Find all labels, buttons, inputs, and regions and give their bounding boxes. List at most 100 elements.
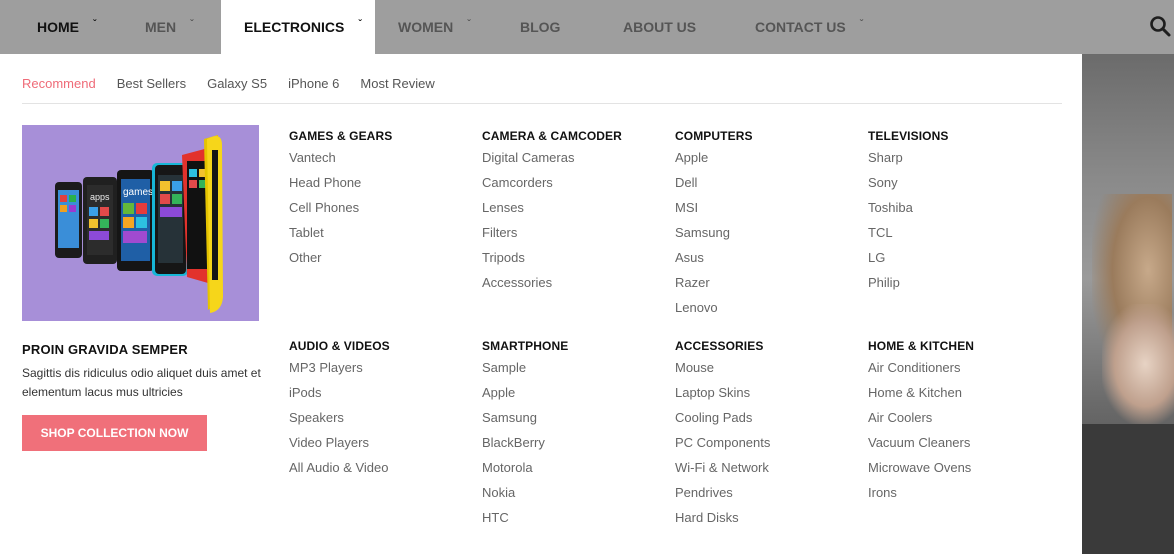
menu-link[interactable]: Pendrives — [675, 484, 855, 509]
nav-item-label: ABOUT US — [623, 19, 697, 35]
nav-item-women[interactable]: WOMEN ˇ — [398, 0, 471, 54]
promo-phones-image[interactable]: apps games — [22, 125, 259, 321]
tab-iphone-6[interactable]: iPhone 6 — [288, 76, 339, 91]
menu-link[interactable]: Apple — [482, 384, 662, 409]
nav-item-label: BLOG — [520, 19, 561, 35]
nav-item-label: WOMEN — [398, 19, 454, 35]
menu-link[interactable]: Air Coolers — [868, 409, 1048, 434]
hero-shoulder-shape — [1102, 304, 1174, 424]
menu-column-accessories: ACCESSORIES Mouse Laptop Skins Cooling P… — [675, 337, 855, 534]
shop-collection-button[interactable]: SHOP COLLECTION NOW — [22, 415, 207, 451]
menu-link[interactable]: Mouse — [675, 359, 855, 384]
menu-column-televisions: TELEVISIONS Sharp Sony Toshiba TCL LG Ph… — [868, 127, 1048, 299]
menu-link[interactable]: Cell Phones — [289, 199, 469, 224]
menu-link[interactable]: iPods — [289, 384, 469, 409]
menu-link[interactable]: Laptop Skins — [675, 384, 855, 409]
nav-item-about-us[interactable]: ABOUT US — [623, 0, 696, 54]
menu-link[interactable]: Accessories — [482, 274, 662, 299]
menu-link[interactable]: Samsung — [482, 409, 662, 434]
nav-item-label: CONTACT US — [755, 19, 846, 35]
menu-link[interactable]: Toshiba — [868, 199, 1048, 224]
tab-recommend[interactable]: Recommend — [22, 76, 96, 91]
nav-item-label: MEN — [145, 19, 177, 35]
svg-text:games: games — [123, 187, 153, 198]
column-title[interactable]: TELEVISIONS — [868, 127, 1048, 149]
menu-link[interactable]: Apple — [675, 149, 855, 174]
menu-column-audio-videos: AUDIO & VIDEOS MP3 Players iPods Speaker… — [289, 337, 469, 484]
nav-item-electronics[interactable]: ELECTRONICS ˇ — [221, 0, 375, 54]
mega-menu: Recommend Best Sellers Galaxy S5 iPhone … — [0, 54, 1082, 554]
menu-link[interactable]: Home & Kitchen — [868, 384, 1048, 409]
tab-galaxy-s5[interactable]: Galaxy S5 — [207, 76, 267, 91]
menu-link[interactable]: Samsung — [675, 224, 855, 249]
tabs-divider — [22, 103, 1062, 104]
menu-link[interactable]: Sample — [482, 359, 662, 384]
menu-link[interactable]: TCL — [868, 224, 1048, 249]
menu-link[interactable]: Vacuum Cleaners — [868, 434, 1048, 459]
menu-link[interactable]: Lenovo — [675, 299, 855, 324]
nav-item-blog[interactable]: BLOG — [520, 0, 560, 54]
menu-link[interactable]: Vantech — [289, 149, 469, 174]
menu-link[interactable]: Sony — [868, 174, 1048, 199]
menu-link[interactable]: Digital Cameras — [482, 149, 662, 174]
menu-link[interactable]: MP3 Players — [289, 359, 469, 384]
chevron-down-icon: ˇ — [358, 18, 362, 30]
menu-link[interactable]: MSI — [675, 199, 855, 224]
menu-link[interactable]: Wi-Fi & Network — [675, 459, 855, 484]
menu-link[interactable]: Nokia — [482, 484, 662, 509]
menu-link[interactable]: LG — [868, 249, 1048, 274]
menu-link[interactable]: Video Players — [289, 434, 469, 459]
hero-background-image — [1082, 54, 1174, 554]
hero-sofa-shape — [1082, 424, 1174, 554]
menu-link[interactable]: Motorola — [482, 459, 662, 484]
column-title[interactable]: ACCESSORIES — [675, 337, 855, 359]
column-title[interactable]: SMARTPHONE — [482, 337, 662, 359]
menu-link[interactable]: All Audio & Video — [289, 459, 469, 484]
phones-illustration: apps games — [55, 135, 223, 313]
menu-column-smartphone: SMARTPHONE Sample Apple Samsung BlackBer… — [482, 337, 662, 534]
menu-link[interactable]: Microwave Ovens — [868, 459, 1048, 484]
nav-item-home[interactable]: HOME ˇ — [37, 0, 96, 54]
menu-link[interactable]: Head Phone — [289, 174, 469, 199]
menu-link[interactable]: Tripods — [482, 249, 662, 274]
menu-link[interactable]: Air Conditioners — [868, 359, 1048, 384]
menu-link[interactable]: Irons — [868, 484, 1048, 509]
chevron-down-icon: ˇ — [93, 18, 97, 30]
menu-column-home-kitchen: HOME & KITCHEN Air Conditioners Home & K… — [868, 337, 1048, 509]
menu-link[interactable]: PC Components — [675, 434, 855, 459]
menu-link[interactable]: Lenses — [482, 199, 662, 224]
menu-link[interactable]: Speakers — [289, 409, 469, 434]
column-title[interactable]: AUDIO & VIDEOS — [289, 337, 469, 359]
menu-link[interactable]: Dell — [675, 174, 855, 199]
nav-item-men[interactable]: MEN ˇ — [145, 0, 193, 54]
column-title[interactable]: GAMES & GEARS — [289, 127, 469, 149]
svg-text:apps: apps — [90, 192, 110, 202]
menu-link[interactable]: Philip — [868, 274, 1048, 299]
promo-description: Sagittis dis ridiculus odio aliquet duis… — [22, 366, 261, 399]
column-title[interactable]: HOME & KITCHEN — [868, 337, 1048, 359]
menu-link[interactable]: HTC — [482, 509, 662, 534]
menu-link[interactable]: Hard Disks — [675, 509, 855, 534]
menu-link[interactable]: Other — [289, 249, 469, 274]
menu-link[interactable]: Sharp — [868, 149, 1048, 174]
menu-link[interactable]: Camcorders — [482, 174, 662, 199]
chevron-down-icon: ˇ — [859, 18, 864, 30]
top-navigation: HOME ˇ MEN ˇ ELECTRONICS ˇ WOMEN ˇ BLOG … — [0, 0, 1174, 54]
nav-item-label: ELECTRONICS — [244, 19, 345, 35]
nav-item-label: HOME — [37, 19, 79, 35]
menu-link[interactable]: Cooling Pads — [675, 409, 855, 434]
menu-column-camera-camcoder: CAMERA & CAMCODER Digital Cameras Camcor… — [482, 127, 662, 299]
menu-link[interactable]: Filters — [482, 224, 662, 249]
menu-link[interactable]: Tablet — [289, 224, 469, 249]
column-title[interactable]: CAMERA & CAMCODER — [482, 127, 662, 149]
search-icon[interactable] — [1148, 14, 1172, 38]
menu-link[interactable]: Razer — [675, 274, 855, 299]
menu-link[interactable]: BlackBerry — [482, 434, 662, 459]
chevron-down-icon: ˇ — [190, 18, 194, 30]
tab-most-review[interactable]: Most Review — [360, 76, 434, 91]
tab-best-sellers[interactable]: Best Sellers — [117, 76, 186, 91]
column-title[interactable]: COMPUTERS — [675, 127, 855, 149]
nav-item-contact-us[interactable]: CONTACT US ˇ — [755, 0, 863, 54]
menu-column-games-gears: GAMES & GEARS Vantech Head Phone Cell Ph… — [289, 127, 469, 274]
menu-link[interactable]: Asus — [675, 249, 855, 274]
